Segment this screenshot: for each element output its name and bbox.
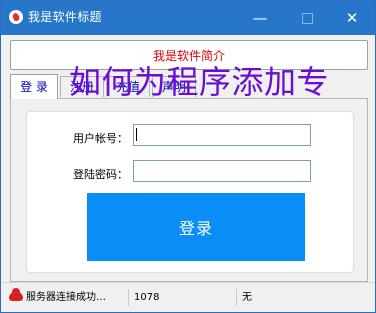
- window-title: 我是软件标题: [28, 10, 102, 24]
- status-bar: 服务器连接成功… 1078 无: [2, 282, 374, 312]
- status-extra: 无: [242, 292, 252, 303]
- status-message: 服务器连接成功…: [26, 289, 129, 306]
- app-window: 我是软件标题 — ✕ 我是软件简介 登 录 注册 充值 声明 如何为程序添加专 …: [0, 0, 376, 313]
- cloud-icon: [9, 288, 23, 301]
- title-bar[interactable]: 我是软件标题 — ✕: [1, 1, 375, 35]
- account-input[interactable]: [133, 124, 311, 146]
- app-logo-icon: [9, 10, 23, 24]
- maximize-icon: [301, 12, 313, 24]
- close-button[interactable]: ✕: [329, 1, 375, 35]
- text-caret: [136, 128, 137, 141]
- watermark-text: 如何为程序添加专: [69, 63, 330, 101]
- account-label: 用户帐号：: [73, 132, 128, 145]
- maximize-button[interactable]: [284, 1, 330, 35]
- status-count: 1078: [134, 289, 237, 306]
- password-label: 登陆密码：: [73, 168, 128, 181]
- minimize-button[interactable]: —: [237, 1, 283, 35]
- password-input[interactable]: [133, 160, 311, 182]
- tab-login[interactable]: 登 录: [10, 74, 58, 99]
- login-button[interactable]: 登录: [87, 193, 305, 261]
